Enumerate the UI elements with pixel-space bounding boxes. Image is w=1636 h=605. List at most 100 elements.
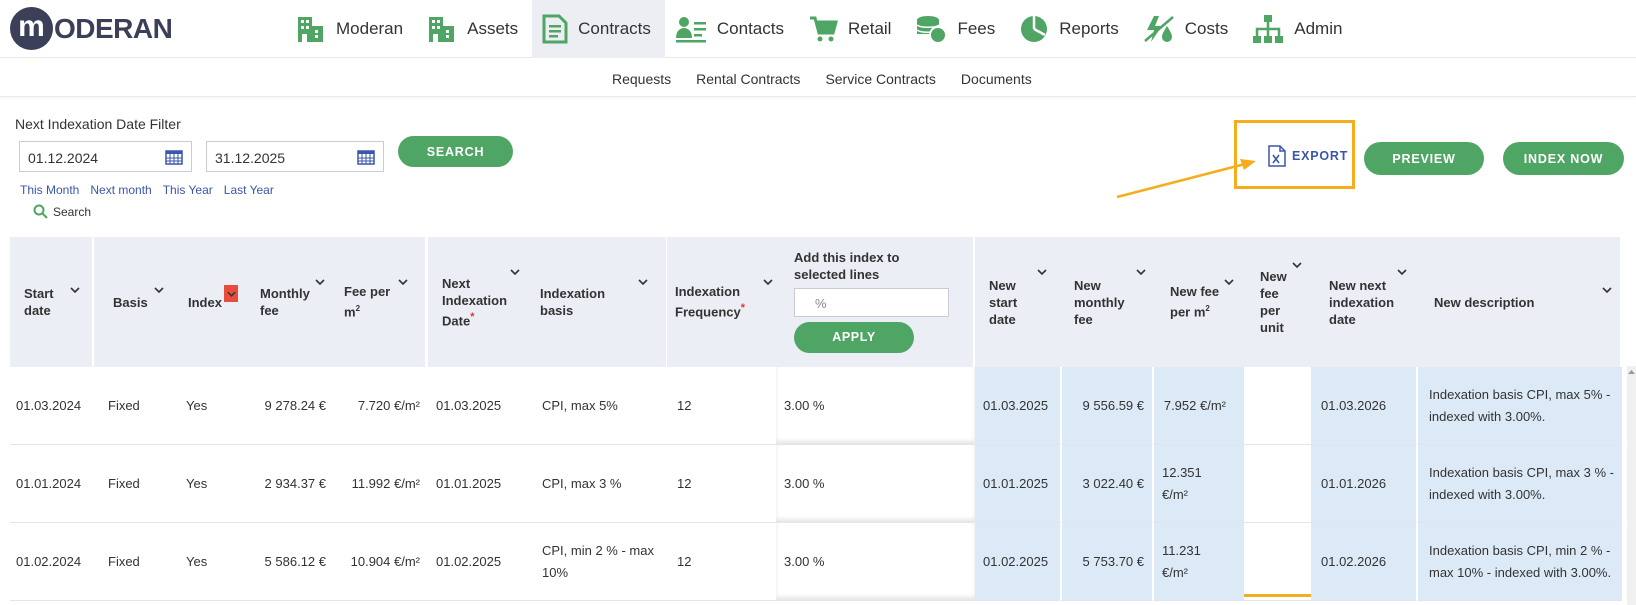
subnav-requests[interactable]: Requests (612, 71, 671, 87)
table-row[interactable]: 01.01.2024 Fixed Yes 2 934.37 € 11.992 €… (10, 445, 1622, 523)
chevron-down-icon[interactable] (315, 279, 325, 285)
quick-link-this-month[interactable]: This Month (20, 183, 79, 197)
add-index-input[interactable]: % (794, 288, 949, 317)
filter-title: Next Indexation Date Filter (15, 116, 181, 132)
table-row[interactable]: 01.03.2024 Fixed Yes 9 278.24 € 7.720 €/… (10, 367, 1622, 445)
cell-new-monthly-fee: 5 753.70 € (1060, 523, 1152, 601)
nav-fees[interactable]: Fees (905, 0, 1009, 58)
nav-costs[interactable]: Costs (1133, 0, 1242, 58)
nav-assets[interactable]: Assets (417, 0, 532, 58)
cell-new-fee-per-m2: 11.231 €/m² (1152, 523, 1244, 601)
cell-monthly-fee: 9 278.24 € (243, 367, 334, 445)
nav-retail[interactable]: Retail (798, 0, 905, 58)
chevron-down-icon[interactable] (154, 287, 164, 293)
chevron-down-icon[interactable] (638, 279, 648, 285)
calendar-icon[interactable] (165, 149, 183, 165)
chevron-down-icon[interactable] (1397, 269, 1407, 275)
chevron-down-icon[interactable] (1037, 269, 1047, 275)
filter-active-icon[interactable] (224, 285, 238, 302)
building-icon (298, 17, 323, 42)
col-basis[interactable]: Basis (94, 237, 178, 367)
table-row[interactable]: 01.02.2024 Fixed Yes 5 586.12 € 10.904 €… (10, 523, 1622, 601)
cell-new-fee-per-m2: 12.351 €/m² (1152, 445, 1244, 523)
quick-link-next-month[interactable]: Next month (90, 183, 151, 197)
subnav-rental-contracts[interactable]: Rental Contracts (696, 71, 800, 87)
cell-frequency: 12 (667, 445, 776, 523)
col-new-monthly-fee[interactable]: New monthly fee (1060, 237, 1154, 367)
cell-new-next-indexation: 01.02.2026 (1311, 523, 1416, 601)
search-link[interactable]: Search (33, 204, 91, 219)
col-new-fee-per-unit[interactable]: New fee per unit (1244, 237, 1313, 367)
quick-link-last-year[interactable]: Last Year (224, 183, 274, 197)
cell-basis: Fixed (94, 367, 168, 445)
col-fee-per-m2[interactable]: Fee per m2 (334, 237, 427, 367)
col-index[interactable]: Index (168, 237, 248, 367)
date-to-field[interactable]: 31.12.2025 (206, 141, 384, 172)
col-new-start-date[interactable]: New start date (975, 237, 1062, 367)
nav-label: Admin (1294, 19, 1343, 38)
date-to-value: 31.12.2025 (215, 150, 286, 166)
main-nav: Moderan Assets Contracts Contacts Retail… (286, 0, 1356, 58)
nav-label: Retail (847, 19, 892, 38)
cell-monthly-fee: 5 586.12 € (243, 523, 334, 601)
nav-admin[interactable]: Admin (1242, 0, 1356, 58)
nav-label: Reports (1059, 19, 1119, 38)
cell-new-description: Indexation basis CPI, min 2 % - max 10% … (1416, 523, 1622, 601)
energy-icon (1143, 16, 1174, 42)
chevron-down-icon[interactable] (398, 279, 408, 285)
cell-next-indexation: 01.02.2025 (428, 523, 532, 601)
cell-indexation-basis: CPI, min 2 % - max 10% (532, 523, 667, 601)
col-monthly-fee[interactable]: Monthly fee (243, 237, 336, 367)
index-now-button[interactable]: INDEX NOW (1503, 142, 1624, 175)
nav-moderan[interactable]: Moderan (286, 0, 417, 58)
cell-indexation-basis: CPI, max 5% (532, 367, 667, 445)
apply-button[interactable]: APPLY (794, 322, 914, 353)
subnav-documents[interactable]: Documents (961, 71, 1032, 87)
cell-index-percent-input[interactable]: 3.00 % (776, 367, 975, 445)
date-from-value: 01.12.2024 (28, 150, 99, 166)
cell-start-date: 01.02.2024 (10, 523, 94, 601)
nav-label: Fees (957, 19, 996, 38)
chevron-down-icon[interactable] (70, 287, 80, 293)
org-chart-icon (1253, 15, 1284, 43)
cell-index-percent-input[interactable]: 3.00 % (776, 445, 975, 523)
sub-navigation-bar: Requests Rental Contracts Service Contra… (0, 59, 1636, 97)
calendar-icon[interactable] (357, 149, 375, 165)
col-new-next-indexation-date[interactable]: New next indexation date (1311, 237, 1418, 367)
cell-new-fee-per-m2: 7.952 €/m² (1152, 367, 1244, 445)
col-start-date[interactable]: Start date (10, 237, 94, 367)
col-new-fee-per-m2[interactable]: New fee per m2 (1152, 237, 1246, 367)
nav-reports[interactable]: Reports (1009, 0, 1133, 58)
cell-next-indexation: 01.01.2025 (428, 445, 532, 523)
cell-new-fee-per-unit (1244, 445, 1311, 523)
moderan-logo[interactable]: m ODERAN (10, 7, 173, 50)
nav-label: Assets (467, 19, 519, 38)
chevron-down-icon[interactable] (763, 279, 773, 285)
scroll-up-arrow-icon[interactable] (1627, 368, 1636, 376)
nav-contacts[interactable]: Contacts (665, 0, 798, 58)
col-indexation-basis[interactable]: Indexation basis (532, 237, 668, 367)
chevron-down-icon[interactable] (1224, 279, 1234, 285)
chevron-down-icon[interactable] (510, 269, 520, 275)
contact-card-icon (675, 17, 706, 43)
col-new-description[interactable]: New description (1416, 237, 1622, 367)
cell-fee-per-m2: 10.904 €/m² (334, 523, 428, 601)
chevron-down-icon[interactable] (1602, 287, 1612, 293)
date-from-field[interactable]: 01.12.2024 (19, 141, 192, 172)
export-highlight (1234, 120, 1355, 189)
cell-index-percent-input[interactable]: 3.00 % (776, 523, 975, 601)
col-indexation-frequency[interactable]: Indexation Frequency* (667, 237, 786, 367)
vertical-scrollbar[interactable] (1627, 366, 1636, 605)
search-button[interactable]: SEARCH (398, 136, 513, 167)
preview-button[interactable]: PREVIEW (1364, 142, 1484, 175)
cell-new-monthly-fee: 3 022.40 € (1060, 445, 1152, 523)
document-icon (542, 14, 568, 44)
chevron-down-icon[interactable] (1292, 262, 1302, 268)
cell-new-description: Indexation basis CPI, max 5% - indexed w… (1416, 367, 1622, 445)
subnav-service-contracts[interactable]: Service Contracts (825, 71, 935, 87)
cell-frequency: 12 (667, 367, 776, 445)
col-next-indexation-date[interactable]: Next Indexation Date* (428, 237, 534, 367)
nav-contracts[interactable]: Contracts (532, 0, 665, 58)
quick-link-this-year[interactable]: This Year (163, 183, 213, 197)
chevron-down-icon[interactable] (1136, 269, 1146, 275)
